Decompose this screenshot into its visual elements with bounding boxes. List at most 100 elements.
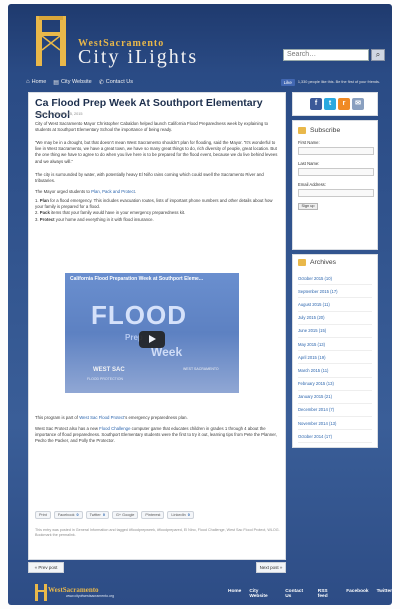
footer-link-contact-us[interactable]: Contact Us — [285, 589, 310, 599]
list-text: for a flood emergency. This includes eva… — [35, 198, 273, 210]
archive-link[interactable]: April 2015 (19) — [298, 351, 372, 365]
footer-link-twitter[interactable]: Twitter — [377, 589, 392, 599]
site-header: WestSacramento City iLights Search… ⌕ — [8, 4, 392, 76]
archive-link[interactable]: June 2015 (15) — [298, 325, 372, 338]
archive-link[interactable]: August 2015 (11) — [298, 298, 372, 312]
footer-links: Home City Website Contact Us RSS feed Fa… — [228, 589, 392, 599]
archives-widget: Archives October 2015 (10) September 201… — [292, 254, 378, 449]
footer-link-rss[interactable]: RSS feed — [318, 589, 338, 599]
phone-icon: ✆ — [98, 79, 104, 86]
sign-up-button[interactable]: Sign up — [298, 203, 318, 210]
home-icon: ⌂ — [26, 79, 30, 85]
like-count-text: 1,330 people like this. Be the first of … — [297, 80, 380, 84]
flood-protect-link[interactable]: West Sac Flood Protect — [79, 415, 124, 420]
archive-link[interactable]: January 2015 (21) — [298, 391, 372, 404]
nav-home-label: Home — [31, 79, 47, 85]
post-paragraph: West Sac Protect also has a new Flood Ch… — [35, 426, 281, 445]
share-buttons: Print Facebook 0 Twitter 0 G+ Google Pinte… — [35, 511, 194, 519]
email-icon[interactable]: ✉ — [352, 98, 364, 110]
list-num: 3. — [35, 216, 39, 222]
share-twitter-button[interactable]: Twitter 0 — [85, 511, 109, 519]
nav-home[interactable]: ⌂ Home — [26, 79, 46, 85]
facebook-like-button[interactable]: Like — [280, 78, 295, 86]
nav-contact-us[interactable]: ✆ Contact Us — [99, 79, 133, 86]
facebook-icon[interactable]: f — [310, 98, 322, 110]
envelope-icon — [298, 127, 306, 134]
post-paragraph: This program is part of West Sac Flood P… — [35, 415, 281, 421]
prep-steps-list: 1. Plan for a flood emergency. This incl… — [35, 198, 281, 223]
archive-link[interactable]: October 2014 (17) — [298, 430, 372, 444]
archive-link[interactable]: March 2015 (11) — [298, 364, 372, 378]
share-google-button[interactable]: G+ Google — [111, 511, 139, 519]
share-print-button[interactable]: Print — [35, 511, 51, 519]
share-label: G+ Google — [115, 513, 135, 517]
share-label: Pinterest — [145, 513, 161, 517]
flood-challenge-link[interactable]: Flood Challenge — [99, 426, 130, 431]
share-linkedin-button[interactable]: LinkedIn 0 — [167, 511, 194, 519]
list-bold: Pack — [39, 210, 50, 216]
next-post-button[interactable]: Next post » — [256, 562, 286, 573]
footer-logo: WestSacramento — [48, 586, 99, 594]
list-num: 1. — [35, 198, 39, 203]
sidebar: f t r ✉ Subscribe First Name: Last Name:… — [292, 92, 378, 452]
magnifier-icon: ⌕ — [375, 50, 381, 59]
footer-url: www.cityofwestsacramento.org — [66, 594, 115, 598]
urge-text-suffix: . — [134, 189, 137, 194]
share-facebook-button[interactable]: Facebook 0 — [53, 511, 83, 519]
archive-link[interactable]: May 2015 (13) — [298, 338, 372, 352]
post-paragraph: The city is surrounded by water, with po… — [35, 172, 264, 184]
archive-link[interactable]: February 2015 (13) — [298, 378, 372, 391]
twitter-icon[interactable]: t — [324, 98, 336, 110]
search-input[interactable]: Search… — [283, 49, 369, 61]
calendar-icon — [298, 259, 306, 266]
youtube-video-embed[interactable]: California Flood Preparation Week at Sou… — [65, 273, 239, 393]
email-field[interactable] — [298, 189, 374, 197]
email-label: Email Address: — [298, 182, 326, 187]
search-button[interactable]: ⌕ — [371, 49, 385, 61]
share-count: 0 — [76, 513, 79, 517]
video-seal-text: WEST SACRAMENTO — [183, 367, 219, 371]
nav-city-website[interactable]: ▤ City Website — [53, 79, 91, 86]
tower-bridge-footer-icon — [35, 584, 47, 601]
protect-text-prefix: West Sac Protect also has a new — [35, 426, 100, 431]
list-num: 2. — [35, 210, 39, 216]
play-icon[interactable] — [139, 331, 165, 348]
archive-link[interactable]: July 2015 (20) — [298, 312, 372, 325]
plan-pack-protect-link[interactable]: Plan, Pack and Protect — [91, 189, 135, 194]
program-text-suffix: ’s emergency preparedness plan. — [124, 415, 188, 420]
footer-link-city-website[interactable]: City Website — [249, 589, 277, 599]
share-label: LinkedIn — [171, 513, 186, 517]
nav-city-website-label: City Website — [60, 79, 92, 85]
post-paragraph: City of West Sacramento Mayor Christophe… — [35, 121, 269, 133]
tower-bridge-logo-icon — [36, 16, 66, 66]
list-text: items that your family would have in you… — [49, 210, 186, 216]
logo-wordmark-bottom: City iLights — [78, 46, 199, 68]
share-pinterest-button[interactable]: Pinterest — [141, 511, 165, 519]
video-title: California Flood Preparation Week at Sou… — [70, 276, 203, 282]
share-count: 0 — [102, 513, 105, 517]
site-footer: WestSacramento www.cityofwestsacramento.… — [8, 578, 392, 605]
rss-icon[interactable]: r — [338, 98, 350, 110]
nav-contact-us-label: Contact Us — [105, 79, 133, 85]
last-name-field[interactable] — [298, 168, 374, 176]
prev-post-button[interactable]: « Prev post — [28, 562, 64, 573]
post-paragraph: The Mayor urged students to Plan, Pack a… — [35, 189, 281, 195]
last-name-label: Last Name: — [298, 161, 320, 166]
share-label: Print — [39, 513, 47, 517]
first-name-field[interactable] — [298, 147, 374, 155]
footer-link-facebook[interactable]: Facebook — [346, 589, 368, 599]
video-westsac-logo: WEST SAC — [93, 367, 125, 373]
archive-link[interactable]: December 2014 (7) — [298, 404, 372, 418]
building-icon: ▤ — [53, 79, 59, 86]
urge-text-prefix: The Mayor urged students to — [35, 189, 92, 194]
footer-link-home[interactable]: Home — [228, 589, 241, 599]
post-tags-note: This entry was posted in General Informa… — [35, 528, 280, 537]
archive-link[interactable]: September 2015 (17) — [298, 285, 372, 299]
post-meta: Posted on October 15, 2015 — [35, 112, 83, 116]
archive-link[interactable]: October 2015 (10) — [298, 272, 372, 286]
post-title: Ca Flood Prep Week At Southport Elementa… — [35, 97, 263, 121]
share-label: Twitter — [89, 513, 101, 517]
archive-link[interactable]: November 2014 (13) — [298, 417, 372, 431]
program-text-prefix: This program is part of — [35, 415, 80, 420]
list-bold: Plan — [39, 198, 49, 203]
